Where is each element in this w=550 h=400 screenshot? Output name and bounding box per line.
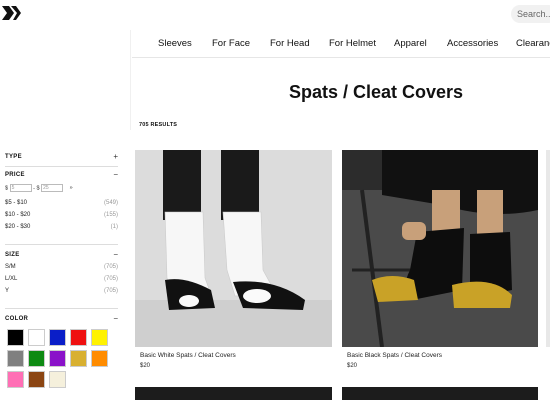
price-range-option[interactable]: $10 - $20 (155)	[5, 212, 118, 218]
option-count: (155)	[103, 212, 118, 218]
nav-item-for-helmet[interactable]: For Helmet	[329, 38, 376, 49]
brand-logo-icon[interactable]	[2, 6, 22, 20]
search-input[interactable]: Search...	[511, 5, 550, 23]
price-range-option[interactable]: $20 - $30 (1)	[5, 224, 118, 230]
option-label: Y	[5, 288, 10, 294]
color-swatch[interactable]	[91, 350, 108, 367]
collapse-icon[interactable]: −	[113, 170, 118, 179]
nav-item-clearance[interactable]: Clearance	[516, 38, 550, 49]
product-card-partial[interactable]	[546, 150, 550, 347]
option-count: (1)	[110, 224, 118, 230]
nav-item-for-head[interactable]: For Head	[270, 38, 310, 49]
color-swatch[interactable]	[70, 329, 87, 346]
price-range-option[interactable]: $5 - $10 (549)	[5, 200, 118, 206]
top-bar: Search...	[0, 0, 550, 28]
option-count: (705)	[103, 288, 118, 294]
size-option[interactable]: S/M (705)	[5, 264, 118, 270]
color-swatch[interactable]	[49, 329, 66, 346]
product-image[interactable]	[135, 387, 332, 400]
color-swatch[interactable]	[28, 350, 45, 367]
option-label: $20 - $30	[5, 224, 31, 230]
page-title: Spats / Cleat Covers	[288, 82, 464, 102]
option-count: (705)	[103, 276, 118, 282]
main-nav: Sleeves For Face For Head For Helmet App…	[132, 30, 550, 58]
divider	[130, 30, 131, 130]
color-swatch[interactable]	[28, 329, 45, 346]
collapse-icon[interactable]: −	[113, 250, 118, 259]
color-swatch[interactable]	[49, 350, 66, 367]
price-go-button[interactable]: »	[70, 185, 73, 191]
divider	[5, 244, 118, 245]
collapse-icon[interactable]: −	[113, 314, 118, 323]
product-name[interactable]: Basic White Spats / Cleat Covers	[140, 352, 236, 359]
nav-item-apparel[interactable]: Apparel	[394, 38, 427, 49]
color-swatch[interactable]	[7, 371, 24, 388]
size-option[interactable]: L/XL (705)	[5, 276, 118, 282]
product-price: $20	[140, 363, 151, 369]
product-image[interactable]	[342, 150, 538, 347]
color-swatch[interactable]	[28, 371, 45, 388]
currency-label: $	[5, 185, 9, 192]
option-count: (705)	[103, 264, 118, 270]
option-label: S/M	[5, 264, 16, 270]
option-count: (549)	[103, 200, 118, 206]
product-name[interactable]: Basic Black Spats / Cleat Covers	[347, 352, 442, 359]
option-label: L/XL	[5, 276, 18, 282]
color-swatch[interactable]	[70, 350, 87, 367]
product-price: $20	[347, 363, 358, 369]
expand-icon[interactable]: +	[113, 152, 118, 161]
filter-color-heading: COLOR	[5, 316, 29, 322]
divider	[5, 308, 118, 309]
product-image[interactable]	[135, 150, 332, 347]
price-min-input[interactable]: 5	[9, 184, 32, 192]
option-label: $5 - $10	[5, 200, 28, 206]
color-swatch[interactable]	[49, 371, 66, 388]
nav-item-accessories[interactable]: Accessories	[447, 38, 498, 49]
nav-item-sleeves[interactable]: Sleeves	[158, 38, 192, 49]
filter-type-heading: TYPE	[5, 154, 22, 160]
filter-size-heading: SIZE	[5, 252, 20, 258]
divider	[5, 166, 118, 167]
nav-item-for-face[interactable]: For Face	[212, 38, 250, 49]
results-count: 705 RESULTS	[139, 122, 178, 128]
color-swatch[interactable]	[7, 329, 24, 346]
price-range-inputs: $ 5 - $ 25 »	[5, 184, 73, 192]
option-label: $10 - $20	[5, 212, 31, 218]
product-image[interactable]	[342, 387, 538, 400]
size-option[interactable]: Y (705)	[5, 288, 118, 294]
product-photo-icon	[342, 150, 538, 347]
filter-price-heading: PRICE	[5, 172, 25, 178]
price-separator: - $	[33, 185, 40, 192]
product-photo-icon	[135, 150, 332, 347]
color-swatch[interactable]	[91, 329, 108, 346]
price-max-input[interactable]: 25	[41, 184, 64, 192]
color-swatch[interactable]	[7, 350, 24, 367]
